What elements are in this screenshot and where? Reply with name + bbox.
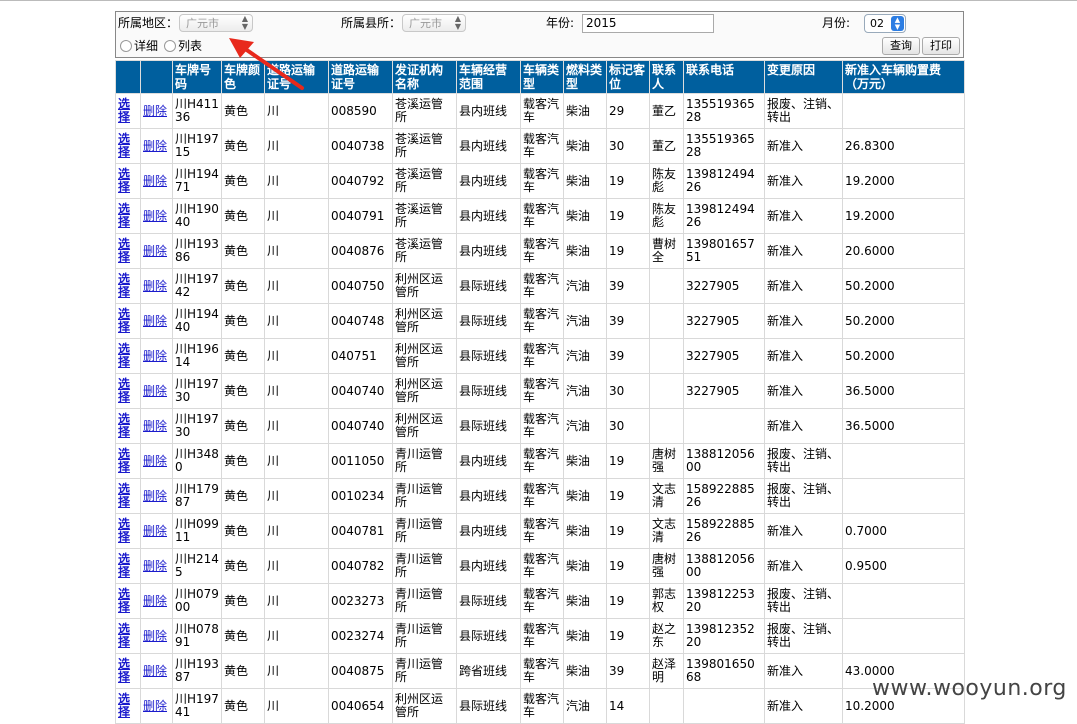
watermark: www.wooyun.org xyxy=(872,676,1067,701)
annotation-arrow-icon xyxy=(229,38,304,90)
